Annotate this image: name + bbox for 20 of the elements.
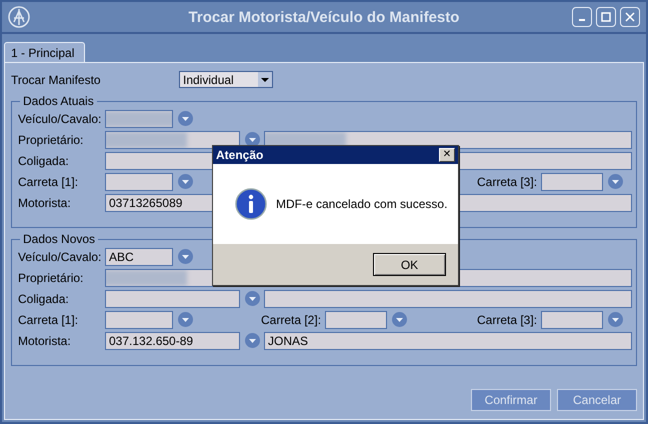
field-label: Motorista: [18, 334, 72, 348]
dialog-title: Atenção [216, 148, 264, 162]
description-field: JONAS [264, 332, 632, 350]
field-label: Veículo/Cavalo: [18, 112, 102, 126]
field-label: Coligada: [18, 154, 70, 168]
field-label: Proprietário: [18, 132, 84, 146]
field-label: Trocar Manifesto [11, 72, 102, 86]
field-label: Proprietário: [18, 270, 84, 284]
window-title: Trocar Motorista/Veículo do Manifesto [188, 8, 460, 26]
field-label: Carreta [1]: [18, 174, 80, 188]
dialog-message: MDF-e cancelado com sucesso. [276, 197, 448, 211]
field-label: Carreta [2]: [261, 312, 322, 326]
group-title: Dados Novos [22, 232, 96, 246]
field-label: Motorista: [18, 196, 72, 210]
group-title: Dados Atuais [22, 94, 95, 108]
field-label: Carreta [3]: [477, 174, 538, 188]
field-label: Veículo/Cavalo: [18, 250, 102, 264]
field-label: Carreta [1]: [18, 312, 80, 326]
field-label: Coligada: [18, 292, 70, 306]
field-label: Carreta [3]: [477, 312, 538, 326]
